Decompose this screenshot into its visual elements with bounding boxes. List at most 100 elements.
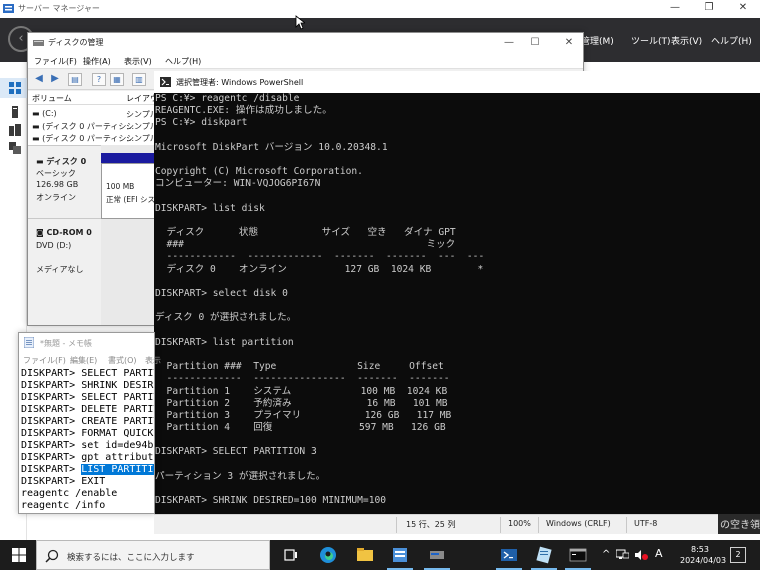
taskbar-search-box[interactable]: 検索するには、ここに入力します [36, 540, 270, 570]
local-server-icon[interactable] [9, 106, 21, 118]
notepad-line: DISKPART> gpt attribute [21, 452, 154, 463]
close-button[interactable]: ✕ [728, 0, 758, 18]
help-icon[interactable]: ? [92, 73, 106, 86]
notepad-line: DISKPART> LIST PARTITIO [21, 464, 154, 476]
disk0-size: 126.98 GB [36, 180, 79, 189]
dm-maximize-button[interactable]: ☐ [520, 35, 550, 53]
status-separator [538, 517, 539, 533]
notepad-line: DISKPART> SHRINK DESIRE [21, 380, 154, 391]
menu-tools[interactable]: ツール(T) [631, 34, 671, 47]
task-view-icon[interactable] [281, 545, 301, 565]
dm-menu-file[interactable]: ファイル(F) [34, 56, 77, 67]
notepad-window: *無題 - メモ帳 ファイル(F) 編集(E) 書式(O) 表示 DISKPAR… [18, 332, 161, 514]
status-position: 15 行、25 列 [406, 520, 456, 529]
disk-management-taskbar-icon[interactable] [427, 545, 447, 565]
menu-view[interactable]: 表示(V) [671, 34, 702, 47]
dm-menu-view[interactable]: 表示(V) [124, 56, 152, 67]
notepad-line: reagentc /enable [21, 488, 118, 499]
notepad-taskbar-icon[interactable] [534, 545, 554, 565]
view-icon[interactable]: ▥ [132, 73, 146, 86]
volume-muted-icon[interactable] [635, 549, 648, 561]
back-arrow-icon[interactable]: ◀ [32, 73, 46, 86]
clock-time: 8:53 [691, 545, 709, 554]
volume-row-name[interactable]: ▬ (C:) [32, 109, 57, 118]
disk-divider [28, 218, 101, 219]
edge-icon[interactable] [318, 545, 338, 565]
np-menu-edit[interactable]: 編集(E) [70, 355, 97, 366]
console-line: Partition ### Type Size Offset [155, 361, 444, 373]
notepad-line: DISKPART> EXIT [21, 476, 106, 487]
status-separator [626, 517, 627, 533]
maximize-button[interactable]: ❐ [694, 0, 724, 18]
selected-text[interactable]: LIST PARTITIO [81, 464, 154, 475]
disk0-name[interactable]: ▬ ディスク 0 [36, 156, 86, 167]
notepad-title: *無題 - メモ帳 [40, 339, 92, 348]
volume-name: (C:) [42, 109, 57, 118]
console-line: REAGENTC.EXE: 操作は成功しました。 [155, 105, 332, 117]
powershell-titlebar: 選択管理者: Windows PowerShell [154, 71, 760, 93]
start-button[interactable] [12, 548, 26, 562]
search-placeholder: 検索するには、ここに入力します [67, 553, 195, 563]
mouse-cursor-icon [295, 15, 305, 30]
console-line: Partition 1 システム 100 MB 1024 KB [155, 385, 448, 397]
volume-row-name[interactable]: ▬ (ディスク 0 パーティシ... [32, 121, 134, 132]
disk-management-menubar: ファイル(F) 操作(A) 表示(V) ヘルプ(H) [28, 53, 583, 69]
notepad-line: DISKPART> CREATE PARTIT [21, 416, 154, 427]
dm-menu-help[interactable]: ヘルプ(H) [165, 56, 201, 67]
console-line: DISKPART> select disk 0 [155, 288, 288, 299]
cdrom-media: メディアなし [36, 265, 84, 274]
dm-menu-action[interactable]: 操作(A) [83, 56, 111, 67]
notepad-line: DISKPART> SELECT PARTITI [21, 368, 154, 379]
ime-indicator[interactable]: A [655, 547, 663, 560]
powershell-icon [160, 77, 171, 87]
notification-count: 2 [735, 550, 741, 559]
column-volume[interactable]: ボリューム [32, 93, 72, 104]
powershell-console[interactable]: PS C:¥> reagentc /disable REAGENTC.EXE: 操… [154, 93, 760, 514]
notepad-text-area[interactable]: DISKPART> SELECT PARTITI DISKPART> SHRINK… [21, 368, 154, 513]
forward-arrow-icon[interactable]: ▶ [48, 73, 62, 86]
search-icon [45, 549, 59, 563]
partition-status: 正常 (EFI シス [106, 195, 155, 204]
notepad-menubar: ファイル(F) 編集(E) 書式(O) 表示 [19, 352, 161, 368]
efi-partition[interactable]: 100 MB 正常 (EFI シス [101, 163, 155, 219]
cdrom-drive: DVD (D:) [36, 241, 72, 250]
menu-help[interactable]: ヘルプ(H) [711, 34, 752, 47]
notification-center-button[interactable]: 2 [730, 547, 746, 563]
volume-row-name[interactable]: ▬ (ディスク 0 パーティシ... [32, 133, 134, 144]
np-menu-file[interactable]: ファイル(F) [23, 355, 66, 366]
np-menu-format[interactable]: 書式(O) [108, 355, 137, 366]
menu-manage[interactable]: 管理(M) [581, 34, 614, 47]
dm-close-button[interactable]: ✕ [554, 35, 584, 53]
all-servers-icon[interactable] [9, 124, 21, 136]
console-line: DISKPART> list disk [155, 202, 265, 214]
np-menu-view[interactable]: 表示 [145, 355, 161, 366]
dashboard-icon[interactable] [9, 82, 21, 94]
powershell-taskbar-icon[interactable] [499, 545, 519, 565]
taskbar-clock[interactable]: 8:53 2024/04/03 [680, 544, 726, 566]
console-line: Partition 2 予約済み 16 MB 101 MB [155, 397, 448, 409]
notepad-line: DISKPART> set id=de94bb [21, 440, 154, 451]
status-line-ending: Windows (CRLF) [546, 519, 611, 528]
volume-name: (ディスク 0 パーティシ... [42, 134, 134, 143]
command-prompt-icon[interactable] [568, 545, 588, 565]
minimize-button[interactable]: — [660, 0, 690, 18]
file-services-icon[interactable] [9, 142, 21, 154]
show-hidden-icons-icon[interactable]: ^ [602, 549, 610, 560]
server-manager-title: サーバー マネージャー [18, 4, 100, 13]
console-line: Microsoft DiskPart バージョン 10.0.20348.1 [155, 141, 388, 153]
disk0-name-text: ディスク 0 [46, 157, 87, 166]
file-explorer-icon[interactable] [355, 545, 375, 565]
console-line: コンピューター: WIN-VQJOG6PI67N [155, 178, 321, 190]
show-hide-tree-icon[interactable]: ▤ [68, 73, 82, 86]
cdrom-name[interactable]: ◙ CD-ROM 0 [36, 228, 92, 237]
powershell-title: 選択管理者: Windows PowerShell [176, 78, 304, 87]
volume-list-header: ボリューム レイアウ [28, 91, 158, 105]
properties-icon[interactable]: ▦ [110, 73, 124, 86]
server-manager-taskbar-icon[interactable] [390, 545, 410, 565]
network-icon[interactable] [616, 549, 629, 561]
